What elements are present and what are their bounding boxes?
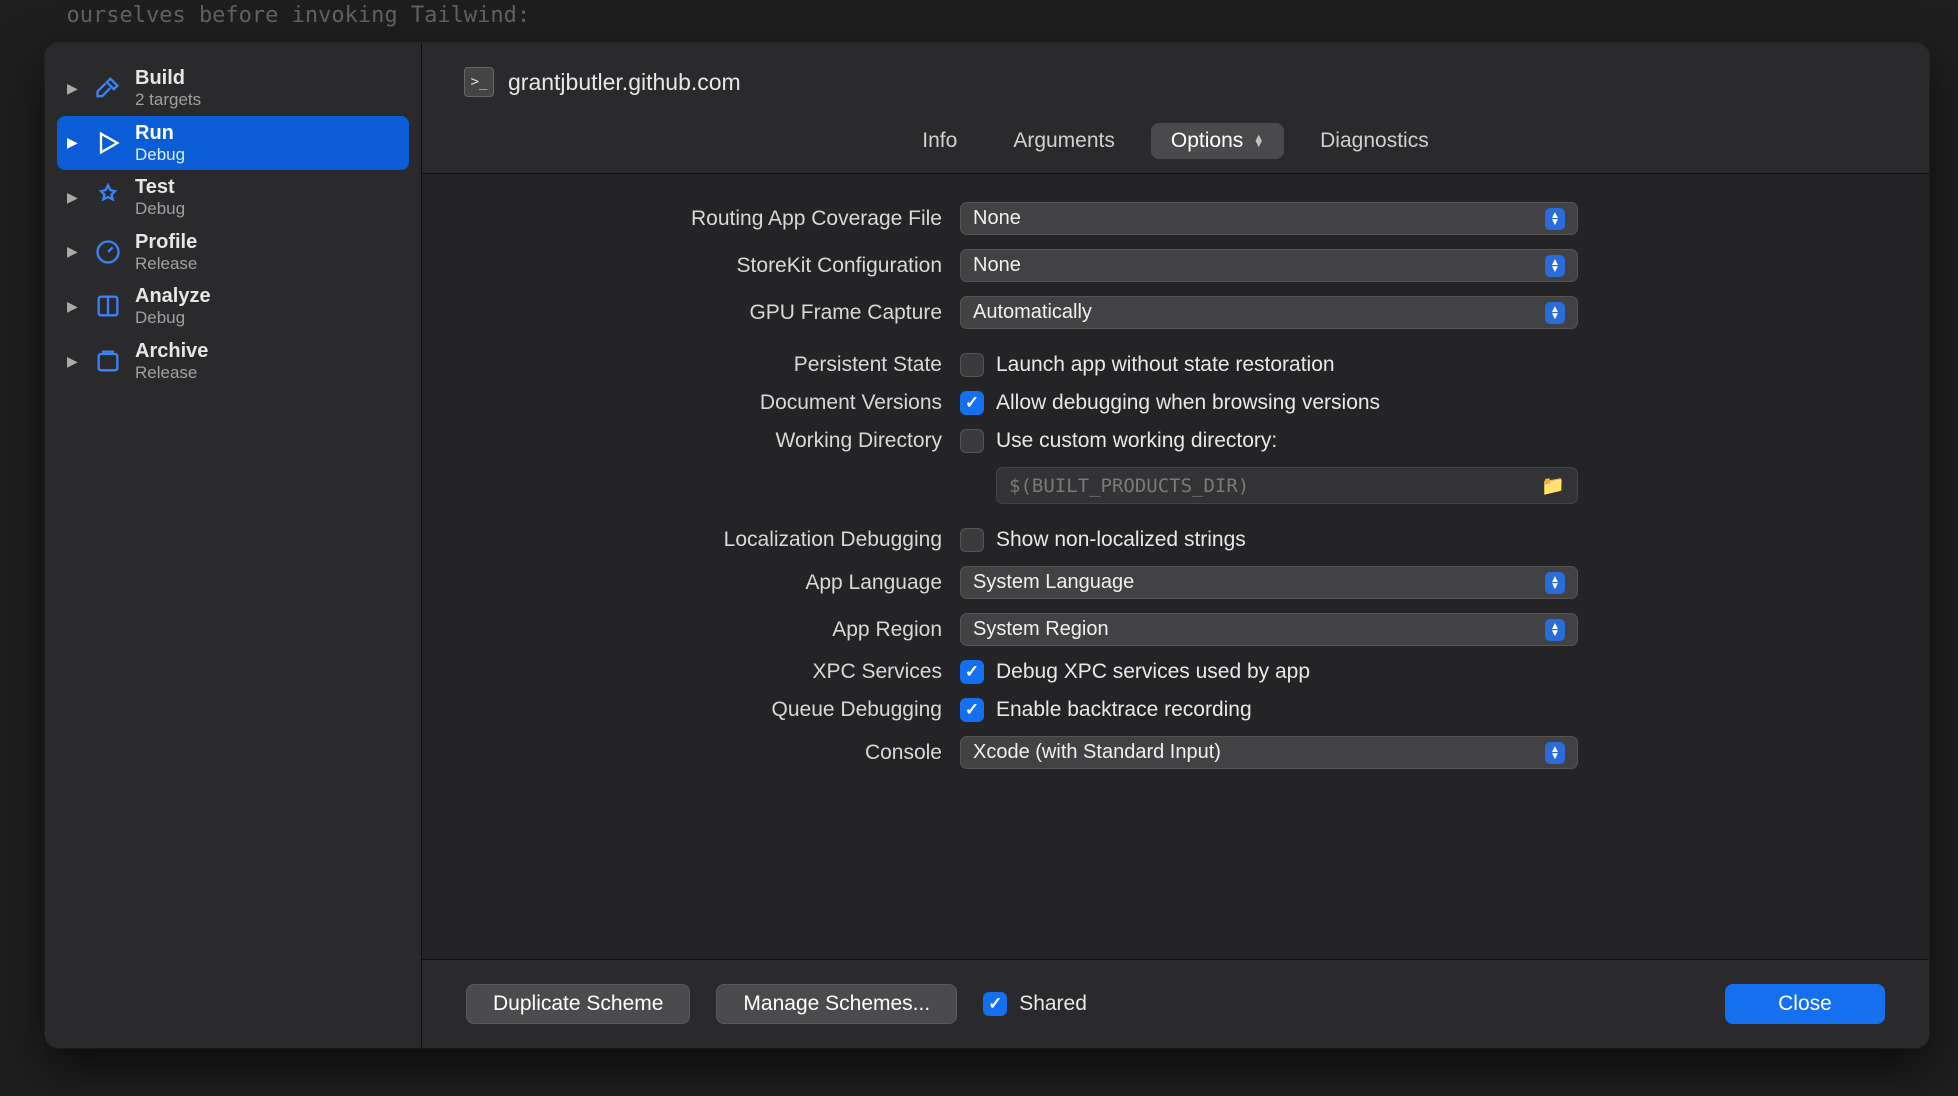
shared-checkbox[interactable]: Shared	[983, 992, 1087, 1016]
sidebar-item-subtitle: Release	[135, 363, 208, 383]
manage-schemes-button[interactable]: Manage Schemes...	[716, 984, 957, 1024]
appregion-label: App Region	[482, 618, 942, 642]
xpc-checkbox[interactable]: Debug XPC services used by app	[960, 660, 1580, 684]
queue-label: Queue Debugging	[482, 698, 942, 722]
folder-icon[interactable]: 📁	[1541, 474, 1565, 497]
chevron-right-icon: ▶	[67, 80, 81, 97]
applang-label: App Language	[482, 571, 942, 595]
scheme-tabs: Info Arguments Options ▲▼ Diagnostics	[422, 113, 1929, 174]
analyze-icon	[91, 289, 125, 323]
storekit-label: StoreKit Configuration	[482, 254, 942, 278]
appregion-popup[interactable]: System Region ▲▼	[960, 613, 1578, 646]
applang-popup[interactable]: System Language ▲▼	[960, 566, 1578, 599]
sidebar-item-analyze[interactable]: ▶ Analyze Debug	[57, 279, 409, 334]
sidebar-item-title: Test	[135, 176, 185, 199]
chevron-right-icon: ▶	[67, 298, 81, 315]
updown-icon: ▲▼	[1545, 572, 1565, 594]
console-label: Console	[482, 741, 942, 765]
xpc-label: XPC Services	[482, 660, 942, 684]
chevron-right-icon: ▶	[67, 134, 81, 151]
checkbox-icon	[960, 353, 984, 377]
routing-popup[interactable]: None ▲▼	[960, 202, 1578, 235]
workdir-path-field[interactable]: $(BUILT_PRODUCTS_DIR) 📁	[996, 467, 1578, 504]
dialog-footer: Duplicate Scheme Manage Schemes... Share…	[422, 959, 1929, 1048]
tab-options[interactable]: Options ▲▼	[1151, 123, 1284, 159]
sidebar-item-title: Run	[135, 122, 185, 145]
sidebar-item-subtitle: Debug	[135, 145, 185, 165]
checkbox-icon	[960, 528, 984, 552]
scheme-sidebar: ▶ Build 2 targets ▶ Run Debug	[45, 43, 422, 1048]
hammer-icon	[91, 71, 125, 105]
sidebar-item-subtitle: 2 targets	[135, 90, 201, 110]
updown-icon: ▲▼	[1545, 742, 1565, 764]
sidebar-item-title: Profile	[135, 231, 197, 254]
chevron-right-icon: ▶	[67, 353, 81, 370]
queue-checkbox[interactable]: Enable backtrace recording	[960, 698, 1580, 722]
sidebar-item-title: Analyze	[135, 285, 211, 308]
updown-icon: ▲▼	[1545, 302, 1565, 324]
wrench-icon	[91, 180, 125, 214]
scheme-main-panel: >_ grantjbutler.github.com Info Argument…	[422, 43, 1929, 1048]
background-code: ourselves before invoking Tailwind:	[0, 0, 570, 32]
sidebar-item-build[interactable]: ▶ Build 2 targets	[57, 61, 409, 116]
checkbox-icon	[960, 660, 984, 684]
updown-icon: ▲▼	[1253, 135, 1264, 147]
sidebar-item-profile[interactable]: ▶ Profile Release	[57, 225, 409, 280]
sidebar-item-title: Build	[135, 67, 201, 90]
terminal-icon: >_	[464, 67, 494, 97]
tab-diagnostics[interactable]: Diagnostics	[1300, 123, 1449, 159]
gpu-popup[interactable]: Automatically ▲▼	[960, 296, 1578, 329]
duplicate-scheme-button[interactable]: Duplicate Scheme	[466, 984, 690, 1024]
chevron-right-icon: ▶	[67, 189, 81, 206]
routing-label: Routing App Coverage File	[482, 207, 942, 231]
gauge-icon	[91, 235, 125, 269]
locdebug-label: Localization Debugging	[482, 528, 942, 552]
checkbox-icon	[983, 992, 1007, 1016]
chevron-right-icon: ▶	[67, 243, 81, 260]
checkbox-icon	[960, 391, 984, 415]
persistent-checkbox[interactable]: Launch app without state restoration	[960, 353, 1580, 377]
checkbox-icon	[960, 698, 984, 722]
updown-icon: ▲▼	[1545, 208, 1565, 230]
docver-checkbox[interactable]: Allow debugging when browsing versions	[960, 391, 1580, 415]
close-button[interactable]: Close	[1725, 984, 1885, 1024]
tab-info[interactable]: Info	[902, 123, 977, 159]
sidebar-item-title: Archive	[135, 340, 208, 363]
sidebar-item-subtitle: Release	[135, 254, 197, 274]
docver-label: Document Versions	[482, 391, 942, 415]
sidebar-item-subtitle: Debug	[135, 308, 211, 328]
sidebar-item-test[interactable]: ▶ Test Debug	[57, 170, 409, 225]
sidebar-item-archive[interactable]: ▶ Archive Release	[57, 334, 409, 389]
updown-icon: ▲▼	[1545, 619, 1565, 641]
play-icon	[91, 126, 125, 160]
scheme-editor-dialog: ▶ Build 2 targets ▶ Run Debug	[45, 43, 1929, 1048]
workdir-checkbox[interactable]: Use custom working directory:	[960, 429, 1580, 453]
persistent-label: Persistent State	[482, 353, 942, 377]
sidebar-item-run[interactable]: ▶ Run Debug	[57, 116, 409, 171]
options-form: Routing App Coverage File None ▲▼ StoreK…	[422, 174, 1929, 959]
archive-icon	[91, 344, 125, 378]
tab-arguments[interactable]: Arguments	[993, 123, 1135, 159]
locdebug-checkbox[interactable]: Show non-localized strings	[960, 528, 1580, 552]
scheme-name: grantjbutler.github.com	[508, 69, 741, 96]
storekit-popup[interactable]: None ▲▼	[960, 249, 1578, 282]
workdir-label: Working Directory	[482, 429, 942, 453]
updown-icon: ▲▼	[1545, 255, 1565, 277]
console-popup[interactable]: Xcode (with Standard Input) ▲▼	[960, 736, 1578, 769]
sidebar-item-subtitle: Debug	[135, 199, 185, 219]
gpu-label: GPU Frame Capture	[482, 301, 942, 325]
checkbox-icon	[960, 429, 984, 453]
